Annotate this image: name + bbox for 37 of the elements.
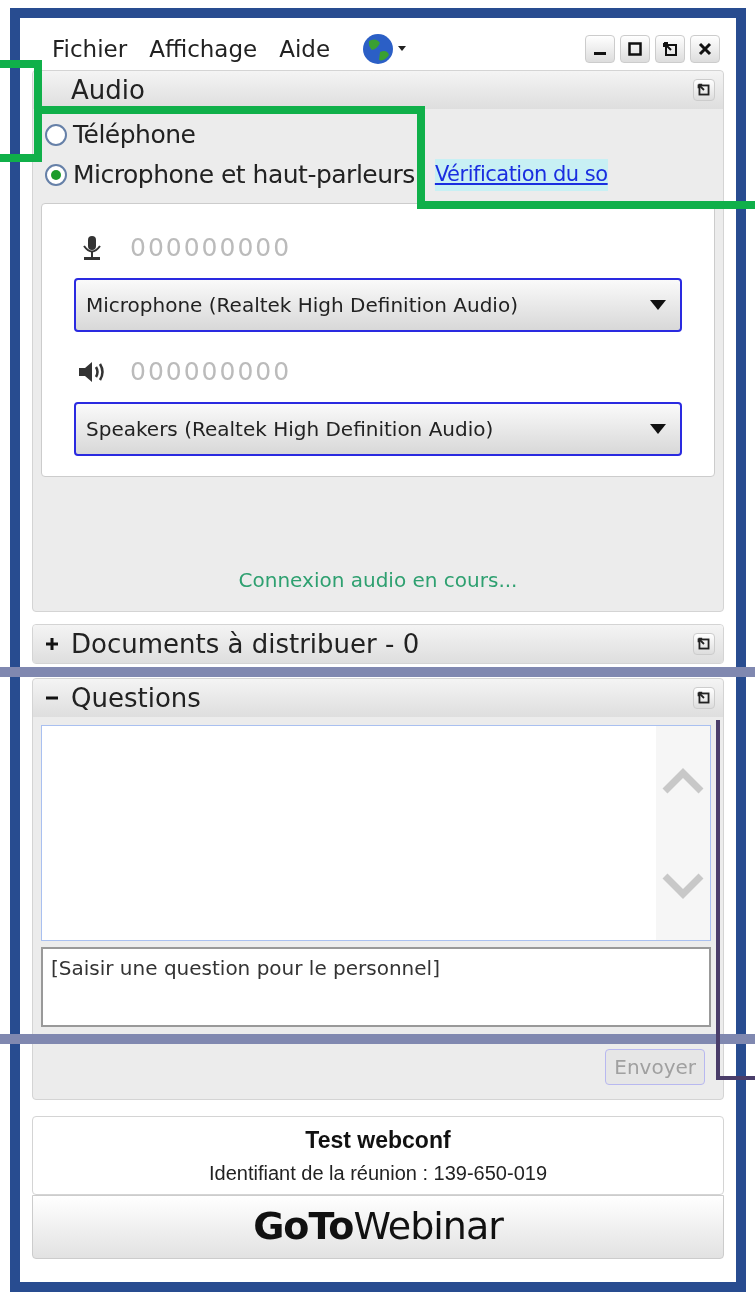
- caret-icon: [650, 300, 666, 310]
- language-menu[interactable]: [360, 32, 409, 66]
- pop-out-icon[interactable]: [693, 687, 715, 709]
- meeting-id: Identifiant de la réunion : 139-650-019: [209, 1160, 547, 1186]
- status-text: Connexion audio en cours...: [238, 567, 518, 594]
- section-header[interactable]: Documents à distribuer - 0: [33, 625, 723, 663]
- device-dropdown[interactable]: Microphone (Realtek High Definition Audio): [74, 278, 682, 332]
- menu-item[interactable]: Fichier: [52, 31, 128, 67]
- caret-icon: [650, 424, 666, 434]
- meeting-title: Test webconf: [305, 1126, 451, 1155]
- expand-icon: [45, 637, 59, 651]
- maximize-icon[interactable]: [620, 35, 650, 63]
- section-header[interactable]: Questions: [33, 679, 723, 717]
- level-meter: 000000000: [130, 232, 292, 265]
- device-dropdown[interactable]: Speakers (Realtek High Definition Audio): [74, 402, 682, 456]
- radio-label: Téléphone: [73, 120, 196, 150]
- sound-check-link[interactable]: Vérification du so: [434, 159, 608, 191]
- menu-item[interactable]: Affichage: [149, 31, 258, 67]
- pop-out-icon[interactable]: [655, 35, 685, 63]
- pop-out-icon[interactable]: [693, 79, 715, 101]
- question-input[interactable]: [Saisir une question pour le personnel]: [41, 947, 711, 1027]
- microphone-icon: [81, 235, 103, 261]
- section-title: Documents à distribuer - 0: [71, 628, 421, 660]
- minimize-icon[interactable]: [585, 35, 615, 63]
- section-title: Questions: [71, 682, 202, 714]
- scroll-bar[interactable]: [656, 726, 710, 940]
- section-header[interactable]: Audio: [33, 71, 723, 109]
- pop-out-icon[interactable]: [693, 633, 715, 655]
- radio-label: Microphone et haut-parleurs: [73, 160, 415, 190]
- menu-item[interactable]: Aide: [279, 31, 331, 67]
- close-icon[interactable]: [690, 35, 720, 63]
- logo-text: GoToWebinar: [253, 1203, 503, 1250]
- radio-button[interactable]: [45, 124, 67, 146]
- level-meter: 000000000: [130, 356, 292, 389]
- section-title: Audio: [71, 74, 146, 106]
- speaker-icon: [77, 360, 107, 384]
- radio-button[interactable]: [45, 164, 67, 186]
